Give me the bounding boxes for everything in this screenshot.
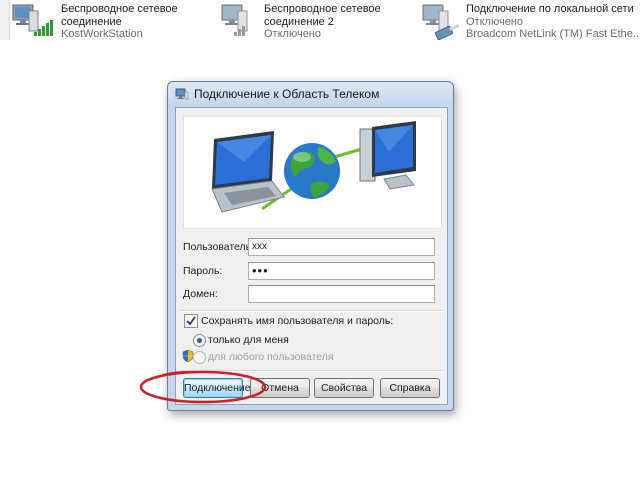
properties-button[interactable]: Свойства bbox=[314, 378, 374, 398]
dialog-body: Пользователь: xxx Пароль: ••• Домен: Сох… bbox=[175, 107, 448, 405]
network-connection-icon bbox=[175, 88, 189, 100]
connection-status: Отключено bbox=[264, 28, 321, 40]
connection-name-line2: соединение 2 bbox=[264, 15, 334, 28]
separator bbox=[180, 370, 443, 372]
server-computer-icon bbox=[359, 121, 416, 190]
wireless-network-disconnected-icon bbox=[221, 4, 248, 36]
password-label: Пароль: bbox=[183, 265, 223, 277]
left-panel-edge bbox=[0, 0, 10, 40]
cancel-button[interactable]: Отмена bbox=[250, 378, 310, 398]
connection-status: Broadcom NetLink (TM) Fast Ethe... bbox=[466, 28, 640, 40]
radio-any-user-label: для любого пользователя bbox=[208, 351, 334, 363]
connection-name-line1: Подключение по локальной сети bbox=[466, 3, 634, 15]
dialog-title: Подключение к Область Телеком bbox=[194, 87, 380, 101]
separator bbox=[180, 310, 443, 312]
radio-only-me[interactable] bbox=[193, 334, 206, 347]
connection-banner-illustration bbox=[183, 116, 442, 229]
radio-selected-dot bbox=[197, 338, 202, 343]
globe-icon bbox=[284, 143, 340, 199]
save-credentials-label: Сохранять имя пользователя и пароль: bbox=[201, 315, 394, 327]
checkmark-icon bbox=[186, 316, 196, 326]
vpn-connect-dialog: Подключение к Область Телеком Пользовате… bbox=[167, 81, 454, 411]
user-label: Пользователь: bbox=[183, 241, 255, 253]
connection-name-line2: соединение bbox=[61, 15, 122, 28]
username-input[interactable]: xxx bbox=[248, 238, 435, 256]
domain-label: Домен: bbox=[183, 288, 218, 300]
connection-name-line2: Отключено bbox=[466, 15, 523, 28]
save-credentials-checkbox[interactable] bbox=[184, 314, 198, 328]
radio-only-me-label: только для меня bbox=[208, 334, 289, 346]
password-input[interactable]: ••• bbox=[248, 262, 435, 280]
laptop-icon bbox=[211, 131, 285, 213]
lan-connection-icon bbox=[422, 4, 460, 40]
dialog-titlebar[interactable]: Подключение к Область Телеком bbox=[168, 82, 453, 106]
connection-status: KostWorkStation bbox=[61, 28, 143, 40]
domain-input[interactable] bbox=[248, 285, 435, 303]
wireless-network-icon bbox=[12, 4, 53, 36]
connection-name-line1: Беспроводное сетевое bbox=[61, 3, 178, 15]
radio-any-user[interactable] bbox=[193, 351, 206, 364]
connect-button[interactable]: Подключение bbox=[183, 378, 251, 398]
help-button[interactable]: Справка bbox=[380, 378, 440, 398]
connection-name-line1: Беспроводное сетевое bbox=[264, 3, 381, 15]
